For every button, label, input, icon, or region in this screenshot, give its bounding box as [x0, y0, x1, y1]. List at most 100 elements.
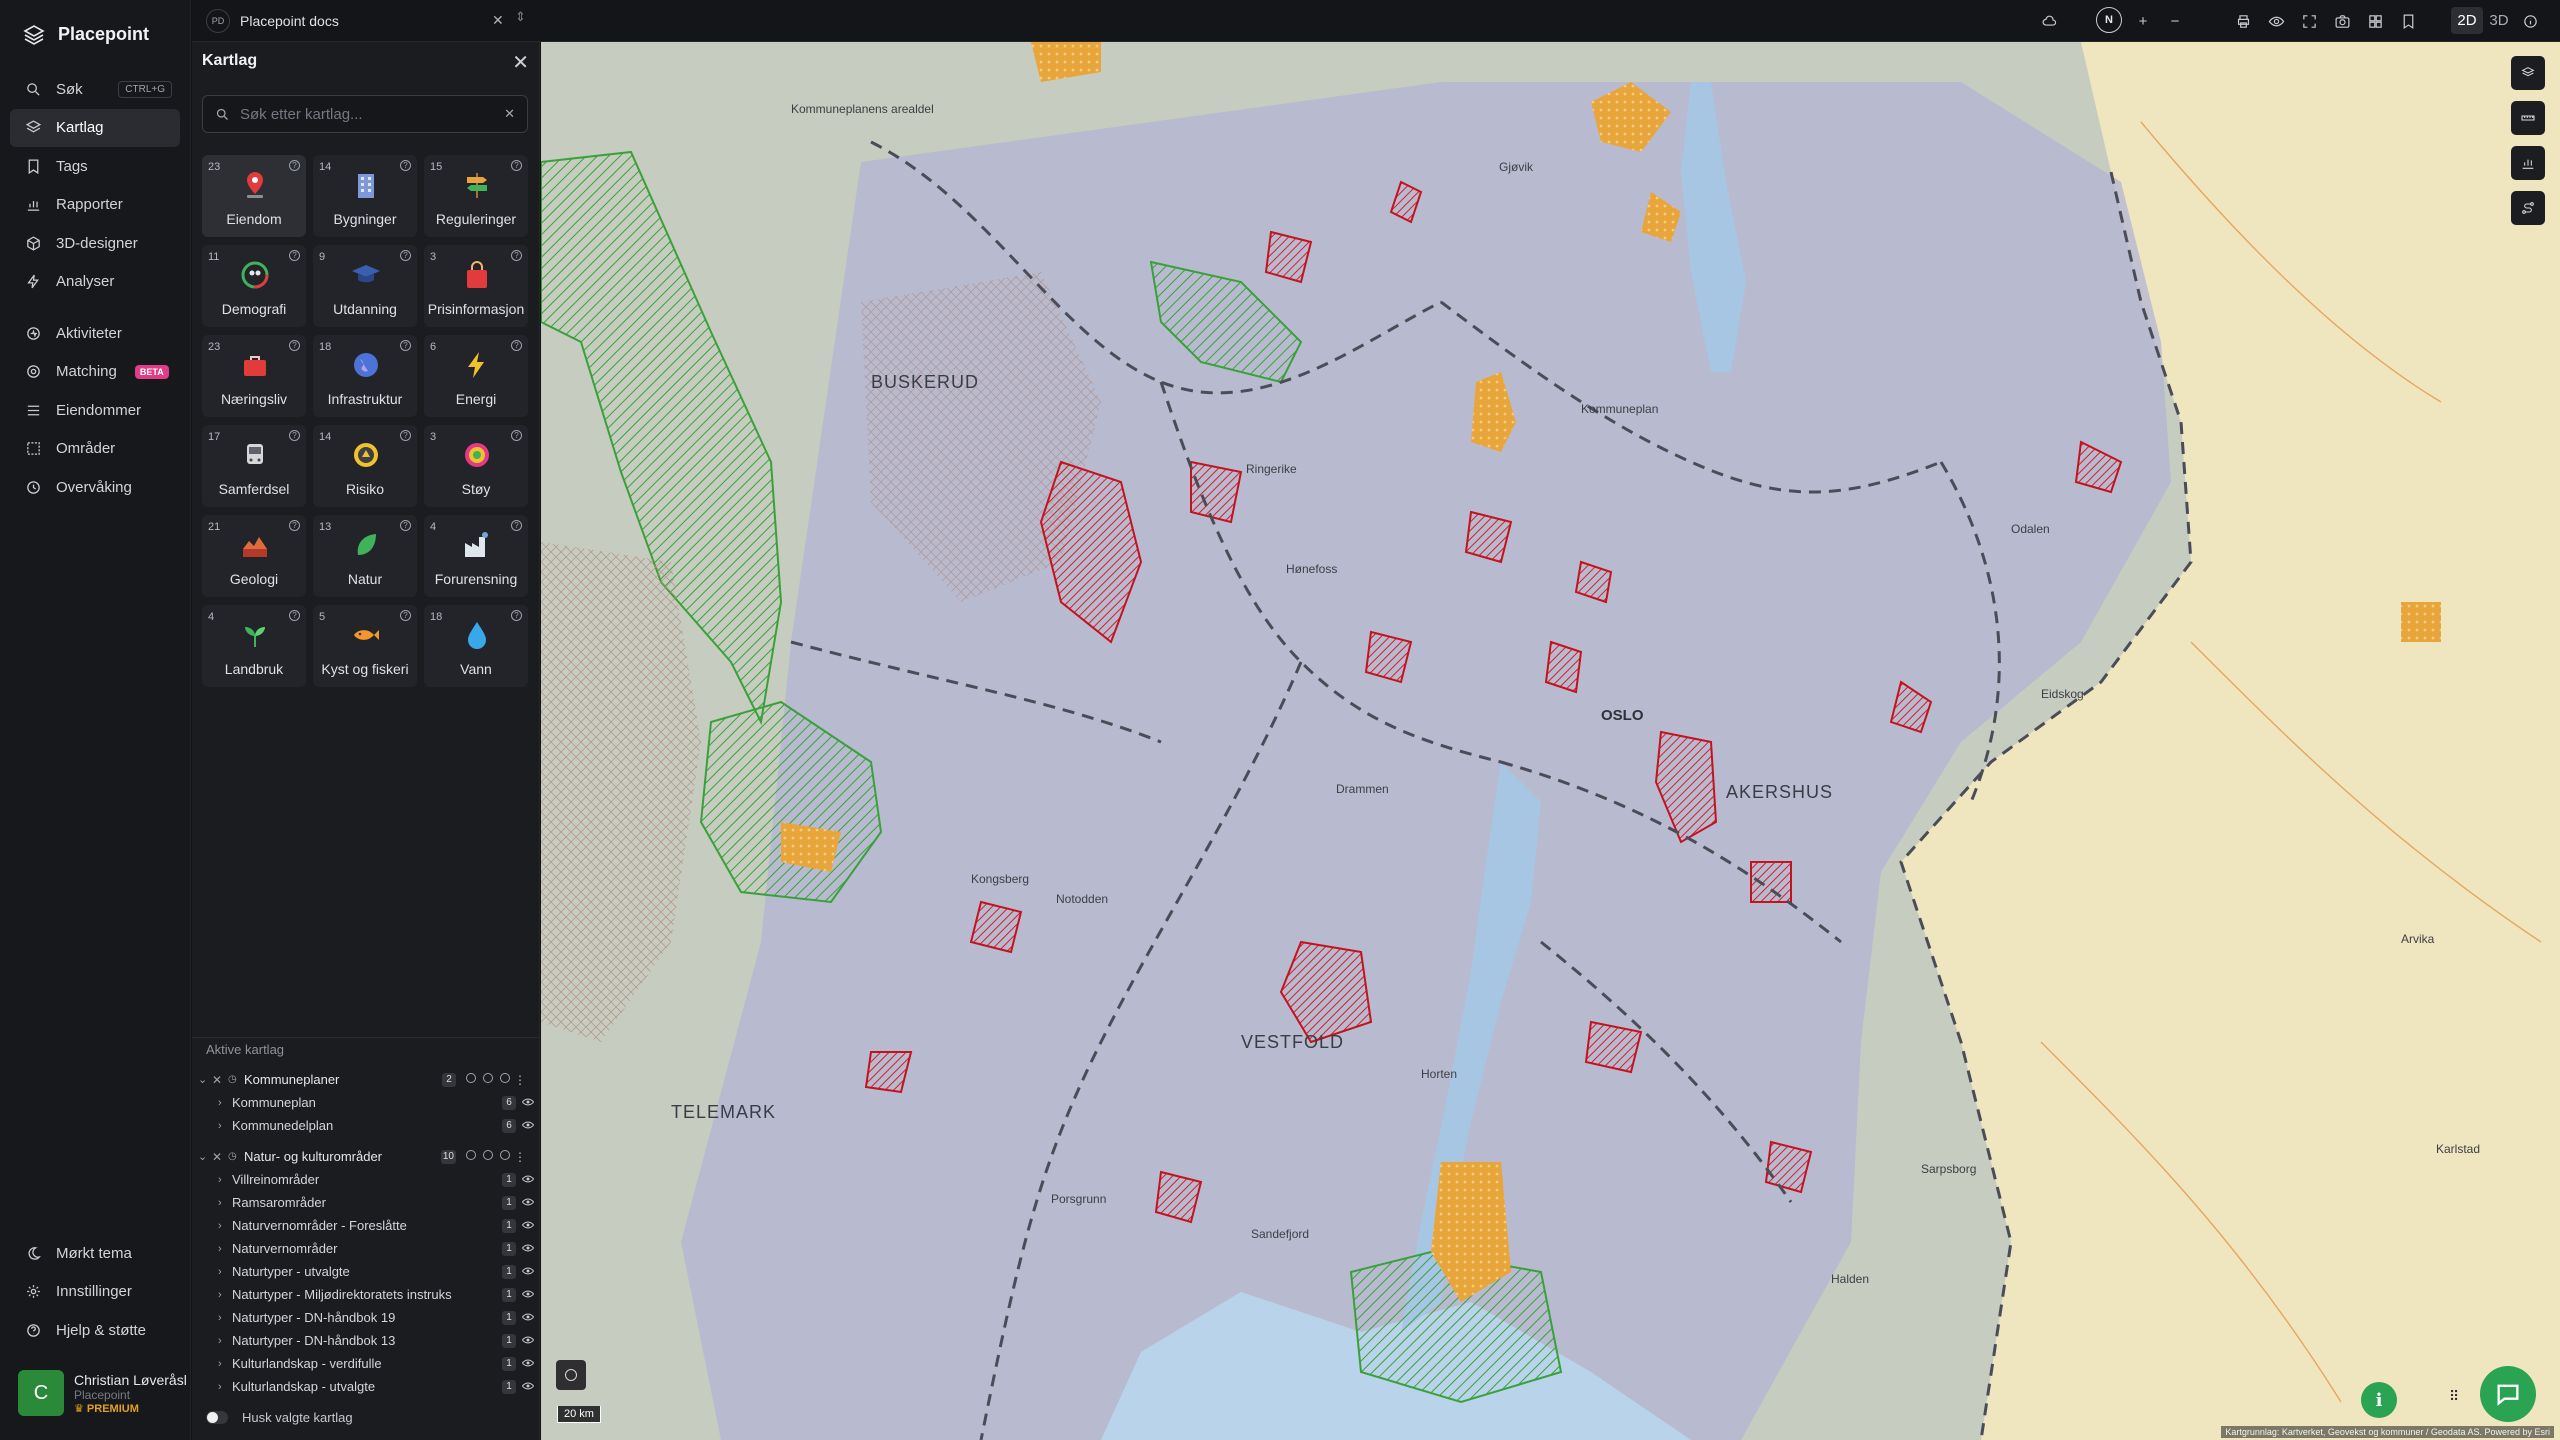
category-bygninger[interactable]: 14? Bygninger [313, 155, 417, 237]
edit-icon[interactable] [483, 1073, 493, 1083]
chevron-right-icon[interactable]: › [218, 1097, 232, 1109]
eye-icon[interactable] [522, 1220, 534, 1230]
nav-item-analyser[interactable]: Analyser [10, 263, 180, 301]
measure-tool-button[interactable] [2511, 101, 2545, 135]
layer-item[interactable]: › Naturtyper - DN-håndbok 19 1 [192, 1306, 540, 1329]
category-utdanning[interactable]: 9? Utdanning [313, 245, 417, 327]
info-icon[interactable]: ? [289, 610, 300, 621]
chevron-right-icon[interactable]: › [218, 1289, 232, 1301]
chevron-right-icon[interactable]: › [218, 1174, 232, 1186]
close-icon[interactable]: ✕ [512, 50, 529, 75]
chevron-down-icon[interactable]: ⌄ [198, 1073, 212, 1086]
layer-item[interactable]: › Naturvernområder - Foreslåtte 1 [192, 1214, 540, 1237]
info-icon[interactable]: ? [289, 520, 300, 531]
nav-item-dark-theme[interactable]: Mørkt tema [10, 1234, 180, 1272]
clear-search-icon[interactable]: ✕ [504, 106, 515, 122]
chevron-right-icon[interactable]: › [218, 1335, 232, 1347]
profile-tool-button[interactable] [2511, 191, 2545, 225]
category-forurensning[interactable]: 4? Forurensning [424, 515, 528, 597]
remember-layers[interactable]: Husk valgte kartlag [206, 1410, 353, 1425]
grid-icon[interactable] [2364, 10, 2386, 32]
chevron-right-icon[interactable]: › [218, 1266, 232, 1278]
layer-item[interactable]: › Kommuneplan 6 [192, 1091, 540, 1114]
layer-item[interactable]: › Kommunedelplan 6 [192, 1114, 540, 1137]
category-vann[interactable]: 18? Vann [424, 605, 528, 687]
nav-item-overvaking[interactable]: Overvåking [10, 468, 180, 506]
layer-item[interactable]: › Ramsarområder 1 [192, 1191, 540, 1214]
eye-icon[interactable] [522, 1266, 534, 1276]
category-infrastruktur[interactable]: 18? Infrastruktur [313, 335, 417, 417]
category-landbruk[interactable]: 4? Landbruk [202, 605, 306, 687]
info-icon[interactable]: ? [511, 520, 522, 531]
bookmark-icon[interactable] [2397, 10, 2419, 32]
print-icon[interactable] [2232, 10, 2254, 32]
category-samferdsel[interactable]: 17? Samferdsel [202, 425, 306, 507]
info-icon[interactable]: ? [511, 250, 522, 261]
chart-tool-button[interactable] [2511, 146, 2545, 180]
chevron-right-icon[interactable]: › [218, 1197, 232, 1209]
chevron-updown-icon[interactable]: ⇕ [515, 9, 526, 25]
nav-item-matching[interactable]: Matching BETA [10, 353, 180, 391]
camera-icon[interactable] [2331, 10, 2353, 32]
eye-icon[interactable] [2265, 10, 2287, 32]
brand[interactable]: Placepoint [22, 20, 149, 48]
layer-item[interactable]: › Naturvernområder 1 [192, 1237, 540, 1260]
nav-item-aktiviteter[interactable]: Aktiviteter [10, 314, 180, 352]
fullscreen-icon[interactable] [2298, 10, 2320, 32]
nav-item-eiendommer[interactable]: Eiendommer [10, 391, 180, 429]
layer-search-input[interactable] [240, 105, 490, 123]
zoom-in-icon[interactable]: + [2132, 10, 2154, 32]
chevron-right-icon[interactable]: › [218, 1358, 232, 1370]
eye-icon[interactable] [522, 1335, 534, 1345]
eye-icon[interactable] [522, 1381, 534, 1391]
chevron-right-icon[interactable]: › [218, 1220, 232, 1232]
category-risiko[interactable]: 14? Risiko [313, 425, 417, 507]
eye-icon[interactable] [522, 1097, 534, 1107]
eye-icon[interactable] [500, 1073, 510, 1083]
mode-3d-button[interactable]: 3D [2483, 7, 2515, 34]
edit-icon[interactable] [483, 1150, 493, 1160]
info-icon[interactable] [2519, 10, 2541, 32]
layer-item[interactable]: › Naturtyper - DN-håndbok 13 1 [192, 1329, 540, 1352]
zoom-out-icon[interactable]: − [2164, 10, 2186, 32]
layer-item[interactable]: › Kulturlandskap - utvalgte 1 [192, 1375, 540, 1398]
remember-toggle[interactable] [206, 1411, 228, 1424]
remove-icon[interactable]: ✕ [212, 1073, 228, 1087]
nav-item-settings[interactable]: Innstillinger [10, 1273, 180, 1311]
chevron-right-icon[interactable]: › [218, 1381, 232, 1393]
filter-icon[interactable] [466, 1150, 476, 1160]
info-icon[interactable]: ? [511, 430, 522, 441]
category-støy[interactable]: 3? Støy [424, 425, 528, 507]
compass-north-icon[interactable]: N [2096, 7, 2122, 33]
nav-item-help[interactable]: Hjelp & støtte [10, 1311, 180, 1349]
drag-handle-icon[interactable]: ⠿ [2449, 1388, 2459, 1405]
more-icon[interactable]: ⋮ [514, 1150, 526, 1164]
map-canvas[interactable]: BUSKERUD OSLO AKERSHUS VESTFOLD TELEMARK Ring… [541, 42, 2560, 1440]
map-location-button[interactable] [556, 1360, 586, 1390]
chevron-right-icon[interactable]: › [218, 1243, 232, 1255]
info-icon[interactable]: ? [289, 340, 300, 351]
info-icon[interactable]: ? [400, 250, 411, 261]
info-icon[interactable]: ? [511, 160, 522, 171]
info-icon[interactable]: ? [289, 160, 300, 171]
chevron-down-icon[interactable]: ⌄ [198, 1150, 212, 1163]
nav-item-rapporter[interactable]: Rapporter [10, 186, 180, 224]
info-icon[interactable]: ? [400, 160, 411, 171]
user-profile[interactable]: C Christian Løveråsl Placepoint ♛ PREMIU… [18, 1370, 187, 1416]
eye-icon[interactable] [522, 1197, 534, 1207]
nav-item-tags[interactable]: Tags [10, 147, 180, 185]
more-icon[interactable]: ⋮ [514, 1073, 526, 1087]
weather-icon[interactable] [2038, 10, 2060, 32]
category-prisinformasjon[interactable]: 3? Prisinformasjon [424, 245, 528, 327]
layer-group-header[interactable]: ⌄ ✕ ◷ Kommuneplaner 2 ⋮ [192, 1068, 540, 1091]
eye-icon[interactable] [522, 1358, 534, 1368]
info-icon[interactable]: ? [400, 430, 411, 441]
layer-group-header[interactable]: ⌄ ✕ ◷ Natur- og kulturområder 10 ⋮ [192, 1145, 540, 1168]
document-tab[interactable]: PD Placepoint docs [206, 8, 339, 34]
info-icon[interactable]: ? [400, 610, 411, 621]
nav-item-omrader[interactable]: Områder [10, 430, 180, 468]
category-natur[interactable]: 13? Natur [313, 515, 417, 597]
chevron-right-icon[interactable]: › [218, 1120, 232, 1132]
nav-item-sok[interactable]: Søk CTRL+G [10, 70, 180, 108]
eye-icon[interactable] [522, 1312, 534, 1322]
